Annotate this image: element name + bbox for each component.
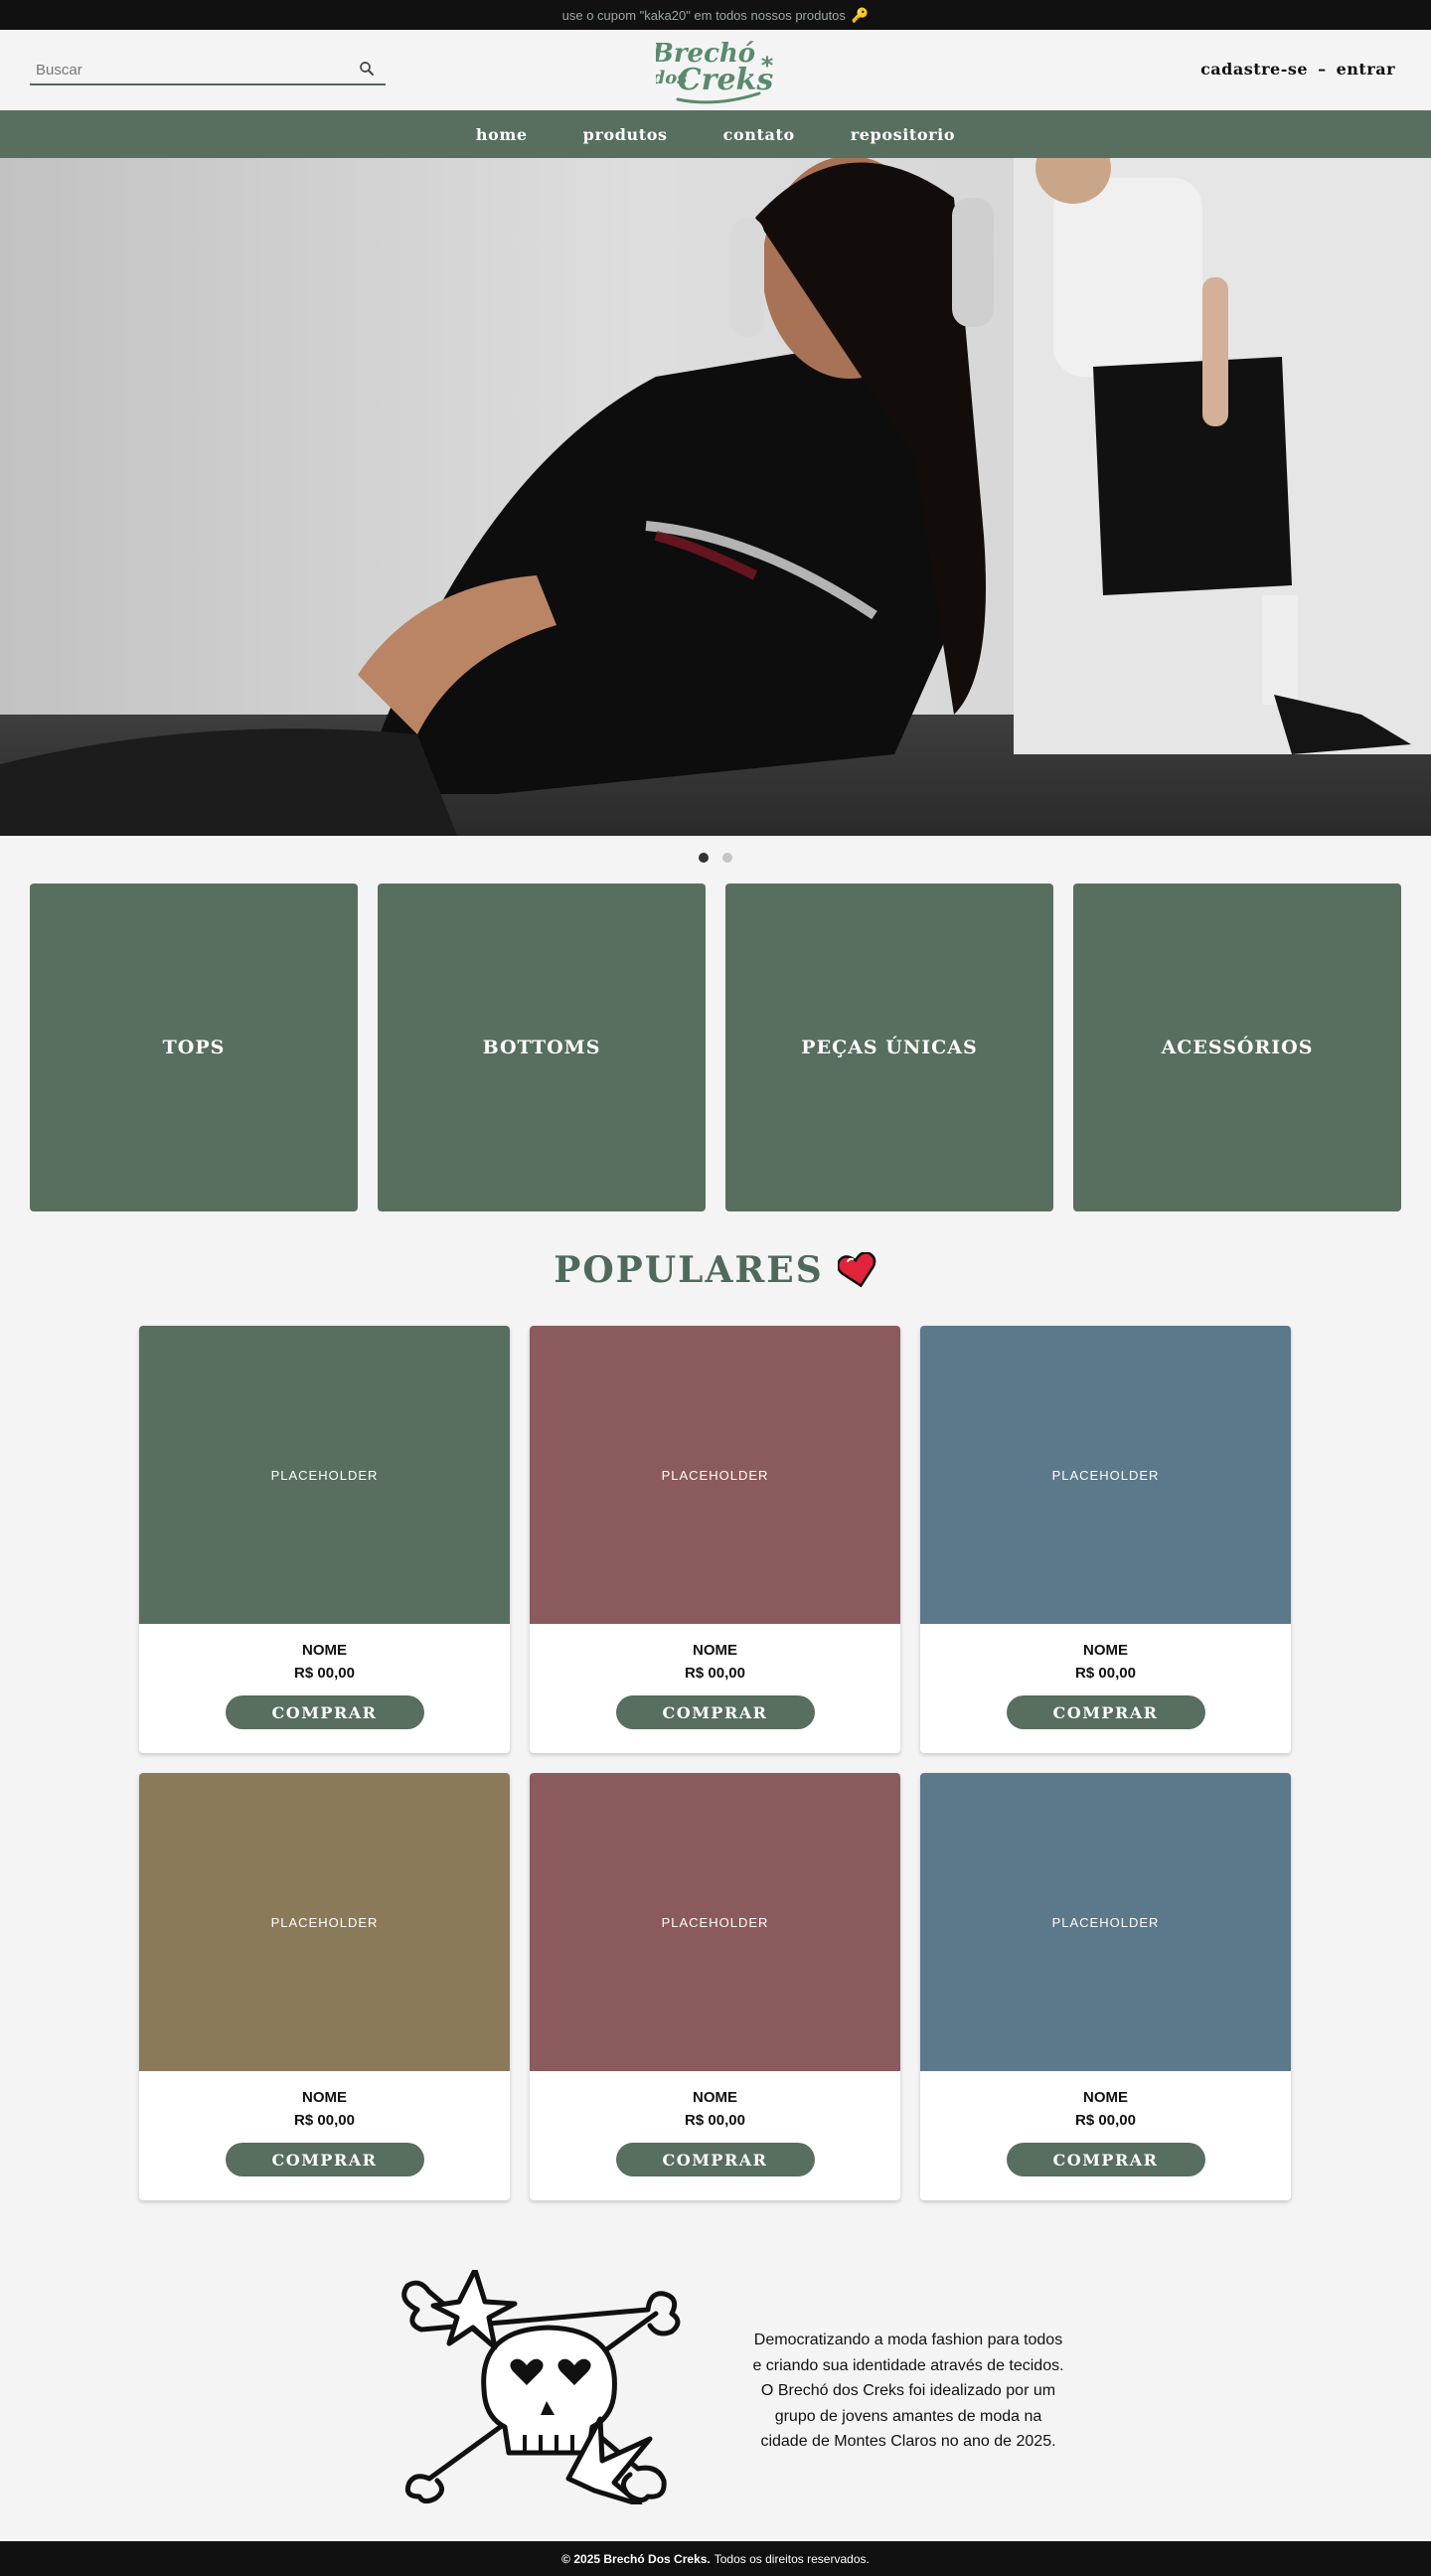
login-link[interactable]: entrar xyxy=(1337,60,1395,79)
product-price: R$ 00,00 xyxy=(685,1665,745,1682)
product-name: NOME xyxy=(1083,2089,1128,2106)
product-image[interactable]: PLACEHOLDER xyxy=(530,1326,900,1624)
search-bar xyxy=(30,58,386,85)
populares-title: POPULARES xyxy=(554,1249,824,1291)
product-price: R$ 00,00 xyxy=(1075,2112,1136,2129)
product-grid: PLACEHOLDER NOME R$ 00,00 COMPRAR PLACEH… xyxy=(139,1326,1292,2200)
buy-button[interactable]: COMPRAR xyxy=(615,1695,815,1729)
product-name: NOME xyxy=(1083,1642,1128,1659)
product-name: NOME xyxy=(693,2089,737,2106)
product-card[interactable]: PLACEHOLDER NOME R$ 00,00 COMPRAR xyxy=(530,1326,900,1753)
product-card[interactable]: PLACEHOLDER NOME R$ 00,00 COMPRAR xyxy=(139,1326,510,1753)
search-icon[interactable] xyxy=(358,60,376,78)
footer-rights: Todos os direitos reservados. xyxy=(714,2551,870,2566)
product-name: NOME xyxy=(693,1642,737,1659)
signup-link[interactable]: cadastre-se xyxy=(1200,60,1308,79)
product-image[interactable]: PLACEHOLDER xyxy=(530,1773,900,2071)
product-card[interactable]: PLACEHOLDER NOME R$ 00,00 COMPRAR xyxy=(530,1773,900,2200)
product-name: NOME xyxy=(302,1642,347,1659)
category-pecas-unicas[interactable]: PEÇAS ÚNICAS xyxy=(725,884,1053,1211)
product-image[interactable]: PLACEHOLDER xyxy=(920,1773,1291,2071)
brand-logo[interactable]: Brechó dos Creks * xyxy=(656,34,777,107)
buy-button[interactable]: COMPRAR xyxy=(1006,2143,1205,2176)
main-nav: home produtos contato repositorio xyxy=(0,110,1431,158)
category-bottoms[interactable]: BOTTOMS xyxy=(378,884,706,1211)
carousel-dots xyxy=(0,853,1431,863)
carousel-dot-1[interactable] xyxy=(699,853,709,863)
hero-image xyxy=(0,158,1431,836)
search-input[interactable] xyxy=(30,58,354,81)
nav-home[interactable]: home xyxy=(476,125,528,144)
header: Brechó dos Creks * cadastre-se – entrar xyxy=(0,30,1431,110)
about-text: Democratizando a moda fashion para todos… xyxy=(752,2332,1064,2451)
buy-button[interactable]: COMPRAR xyxy=(225,1695,424,1729)
promo-bar: use o cupom "kaka20" em todos nossos pro… xyxy=(0,0,1431,30)
nav-produtos[interactable]: produtos xyxy=(583,125,668,144)
product-price: R$ 00,00 xyxy=(685,2112,745,2129)
product-name: NOME xyxy=(302,2089,347,2106)
auth-separator: – xyxy=(1318,60,1327,79)
heart-icon xyxy=(837,1252,876,1288)
product-image[interactable]: PLACEHOLDER xyxy=(139,1773,510,2071)
auth-links: cadastre-se – entrar xyxy=(1200,60,1395,79)
promo-text: use o cupom "kaka20" em todos nossos pro… xyxy=(561,7,846,23)
product-image[interactable]: PLACEHOLDER xyxy=(920,1326,1291,1624)
category-tops[interactable]: TOPS xyxy=(30,884,358,1211)
buy-button[interactable]: COMPRAR xyxy=(1006,1695,1205,1729)
product-card[interactable]: PLACEHOLDER NOME R$ 00,00 COMPRAR xyxy=(920,1326,1291,1753)
buy-button[interactable]: COMPRAR xyxy=(225,2143,424,2176)
nav-contato[interactable]: contato xyxy=(723,125,795,144)
skull-crossbones-illustration xyxy=(401,2270,681,2504)
product-card[interactable]: PLACEHOLDER NOME R$ 00,00 COMPRAR xyxy=(920,1773,1291,2200)
category-grid: TOPS BOTTOMS PEÇAS ÚNICAS ACESSÓRIOS xyxy=(30,884,1401,1211)
key-icon: 🔑 xyxy=(851,6,870,23)
category-acessorios[interactable]: ACESSÓRIOS xyxy=(1073,884,1401,1211)
product-card[interactable]: PLACEHOLDER NOME R$ 00,00 COMPRAR xyxy=(139,1773,510,2200)
product-price: R$ 00,00 xyxy=(1075,1665,1136,1682)
populares-header: POPULARES xyxy=(0,1249,1431,1291)
hero-banner[interactable] xyxy=(0,158,1431,836)
carousel-dot-2[interactable] xyxy=(722,853,732,863)
product-price: R$ 00,00 xyxy=(294,2112,355,2129)
logo-star-mark: * xyxy=(761,52,774,80)
product-price: R$ 00,00 xyxy=(294,1665,355,1682)
nav-repositorio[interactable]: repositorio xyxy=(851,125,955,144)
product-image[interactable]: PLACEHOLDER xyxy=(139,1326,510,1624)
buy-button[interactable]: COMPRAR xyxy=(615,2143,815,2176)
footer-brand: © 2025 Brechó Dos Creks. xyxy=(561,2551,711,2566)
footer: © 2025 Brechó Dos Creks. Todos os direit… xyxy=(0,2541,1431,2576)
